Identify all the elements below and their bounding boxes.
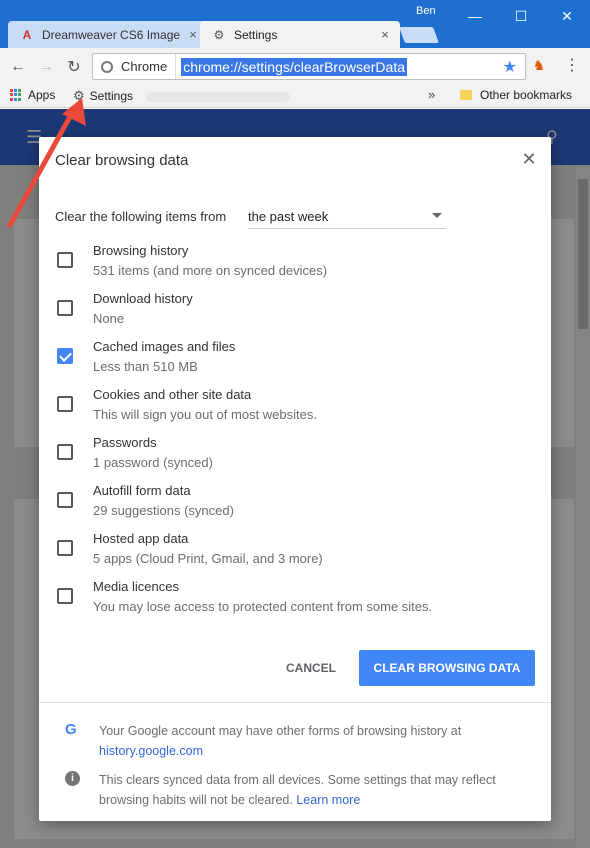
google-account-note: G Your Google account may have other for… <box>65 721 535 761</box>
item-title: Autofill form data <box>93 483 191 498</box>
time-range-label: Clear the following items from <box>55 209 227 224</box>
checkbox[interactable] <box>57 444 73 460</box>
checkbox[interactable] <box>57 396 73 412</box>
address-bar[interactable]: Chrome chrome://settings/clearBrowserDat… <box>92 53 526 80</box>
item-cookies[interactable]: Cookies and other site data This will si… <box>55 387 535 427</box>
item-download-history[interactable]: Download history None <box>55 291 535 331</box>
item-media-licences[interactable]: Media licences You may lose access to pr… <box>55 579 535 619</box>
item-title: Cached images and files <box>93 339 236 354</box>
item-subtitle: Less than 510 MB <box>93 359 198 374</box>
item-cached-images[interactable]: Cached images and files Less than 510 MB <box>55 339 535 379</box>
tab-label: Dreamweaver CS6 Image <box>42 27 181 42</box>
apps-grid-icon <box>10 89 22 101</box>
bookmark-label: Settings <box>89 89 134 103</box>
gear-icon: ⚙ <box>73 88 85 103</box>
item-subtitle: 29 suggestions (synced) <box>93 503 234 518</box>
bookmark-label: Apps <box>28 88 56 102</box>
checkbox[interactable] <box>57 588 73 604</box>
obscured-bookmarks <box>146 92 290 102</box>
url-text[interactable]: chrome://settings/clearBrowserData <box>181 57 408 76</box>
clear-browsing-data-button[interactable]: CLEAR BROWSING DATA <box>359 650 535 686</box>
chevron-down-icon <box>432 213 442 218</box>
item-subtitle: 531 items (and more on synced devices) <box>93 263 328 278</box>
item-subtitle: 5 apps (Cloud Print, Gmail, and 3 more) <box>93 551 323 566</box>
item-title: Download history <box>93 291 193 306</box>
folder-icon <box>460 90 472 100</box>
clear-browsing-data-dialog: Clear browsing data ✕ Clear the followin… <box>39 137 551 821</box>
checkbox-checked[interactable] <box>57 348 73 364</box>
item-subtitle: You may lose access to protected content… <box>93 599 433 614</box>
item-title: Hosted app data <box>93 531 189 546</box>
item-passwords[interactable]: Passwords 1 password (synced) <box>55 435 535 475</box>
back-icon[interactable]: ← <box>7 56 29 78</box>
profile-name[interactable]: Ben <box>416 5 436 17</box>
item-subtitle: This will sign you out of most websites. <box>93 407 317 422</box>
extension-icon[interactable]: ♞ <box>530 57 548 75</box>
item-title: Media licences <box>93 579 179 594</box>
gear-icon: ⚙ <box>213 27 225 42</box>
checkbox[interactable] <box>57 540 73 556</box>
bookmark-star-icon[interactable]: ★ <box>503 57 517 77</box>
forward-icon[interactable]: → <box>35 56 57 78</box>
reload-icon[interactable]: ↻ <box>63 56 85 78</box>
close-window-button[interactable]: ✕ <box>544 0 590 32</box>
item-browsing-history[interactable]: Browsing history 531 items (and more on … <box>55 243 535 283</box>
minimize-button[interactable]: — <box>452 0 498 32</box>
history-link[interactable]: history.google.com <box>99 744 203 758</box>
item-title: Passwords <box>93 435 157 450</box>
item-title: Cookies and other site data <box>93 387 252 402</box>
item-subtitle: None <box>93 311 125 326</box>
chip-label: Chrome <box>121 59 168 74</box>
new-tab-button[interactable] <box>399 27 439 43</box>
tab-settings[interactable]: ⚙ Settings × <box>200 21 400 48</box>
google-icon: G <box>65 721 77 738</box>
checkbox[interactable] <box>57 252 73 268</box>
tab-close-icon[interactable]: × <box>376 27 394 42</box>
security-chip[interactable]: Chrome <box>93 54 177 79</box>
tab-label: Settings <box>234 27 278 42</box>
bookmarks-overflow-icon[interactable]: » <box>428 87 435 102</box>
toolbar: ← → ↻ Chrome chrome://settings/clearBrow… <box>0 48 590 84</box>
item-autofill[interactable]: Autofill form data 29 suggestions (synce… <box>55 483 535 523</box>
checkbox[interactable] <box>57 492 73 508</box>
bookmarks-bar: Apps ⚙ Settings » Other bookmarks <box>0 84 590 108</box>
maximize-button[interactable]: ☐ <box>498 0 544 32</box>
learn-more-link[interactable]: Learn more <box>296 793 360 807</box>
bookmark-label: Other bookmarks <box>480 88 573 102</box>
tab-dreamweaver[interactable]: A Dreamweaver CS6 Image × <box>8 21 208 48</box>
google-note-text: Your Google account may have other forms… <box>99 724 462 738</box>
bookmark-apps[interactable]: Apps <box>10 88 55 102</box>
time-range-value: the past week <box>248 209 329 224</box>
adobe-icon: A <box>22 27 32 42</box>
time-range-select[interactable]: the past week <box>248 205 446 229</box>
item-title: Browsing history <box>93 243 189 258</box>
chrome-icon <box>101 60 113 73</box>
info-icon: i <box>65 771 80 786</box>
item-subtitle: 1 password (synced) <box>93 455 213 470</box>
bookmark-other[interactable]: Other bookmarks <box>460 88 572 102</box>
sync-info-note: i This clears synced data from all devic… <box>65 770 535 810</box>
bookmark-settings[interactable]: ⚙ Settings <box>73 88 133 104</box>
dialog-title: Clear browsing data <box>55 152 189 169</box>
cancel-button[interactable]: CANCEL <box>271 653 351 683</box>
checkbox[interactable] <box>57 300 73 316</box>
dialog-footer: G Your Google account may have other for… <box>39 702 551 821</box>
menu-dots-icon[interactable]: ⋮ <box>562 55 582 77</box>
item-hosted-app-data[interactable]: Hosted app data 5 apps (Cloud Print, Gma… <box>55 531 535 571</box>
close-icon[interactable]: ✕ <box>519 149 539 169</box>
